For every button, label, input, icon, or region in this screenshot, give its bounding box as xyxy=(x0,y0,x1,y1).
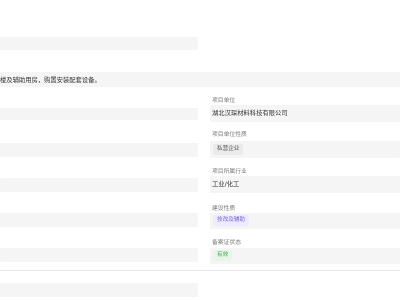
left-field-3[interactable] xyxy=(0,178,198,192)
left-field-1[interactable] xyxy=(0,108,198,120)
filing-status-field[interactable] xyxy=(210,248,400,264)
project-unit-label: 项目单位 xyxy=(212,98,236,104)
industry-label: 项目所属行业 xyxy=(212,169,247,175)
construction-nature-label: 建设性质 xyxy=(212,206,236,212)
unit-nature-label: 项目单位性质 xyxy=(212,132,247,138)
left-field-4[interactable] xyxy=(0,213,198,227)
project-unit-value[interactable]: 湖北汉琛材料科技有限公司 xyxy=(210,105,400,122)
top-field[interactable] xyxy=(0,37,198,50)
bottom-divider xyxy=(0,270,400,271)
filing-status-label: 备案证状态 xyxy=(212,240,241,246)
left-field-2[interactable] xyxy=(0,143,198,157)
construction-nature-tag: 技改及辅助 xyxy=(213,215,249,226)
unit-nature-tag: 私营企业 xyxy=(213,144,244,155)
left-field-6[interactable] xyxy=(0,283,198,297)
filing-status-tag: 有效 xyxy=(213,250,233,261)
industry-value[interactable]: 工业/化工 xyxy=(210,176,400,193)
left-field-5[interactable] xyxy=(0,248,198,262)
description-text: 楼及辅助用房，购置安装配套设备。 xyxy=(0,77,101,84)
